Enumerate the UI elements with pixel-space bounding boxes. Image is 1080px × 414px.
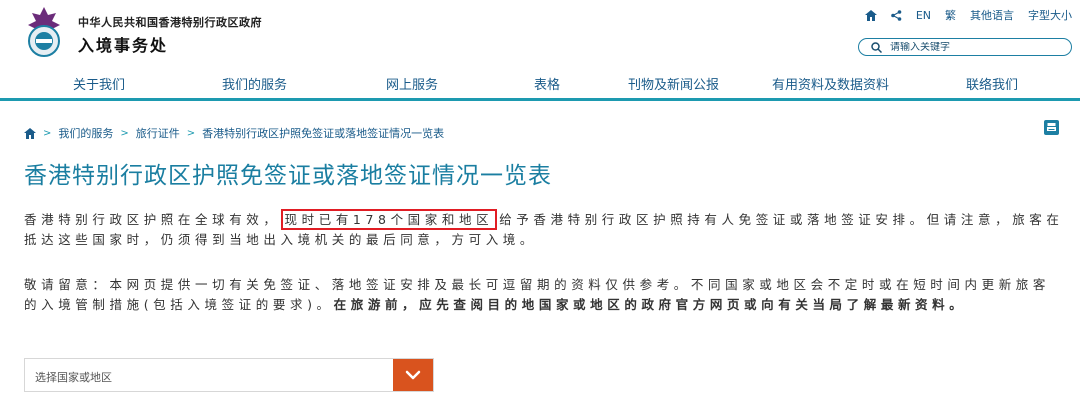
print-icon[interactable] [1044,120,1059,135]
government-name: 中华人民共和国香港特别行政区政府 [78,16,262,29]
traditional-chinese-link[interactable]: 繁 [945,7,956,23]
breadcrumb: > 我们的服务 > 旅行证件 > 香港特别行政区护照免签证或落地签证情况一览表 [24,125,444,141]
notice-bold-text: 在旅游前，应先查阅目的地国家或地区的政府官方网页或向有关当局了解最新资料。 [333,297,967,312]
chevron-right-icon: > [120,127,129,139]
intro-paragraph: 香港特别行政区护照在全球有效， 现时已有178个国家和地区 给予香港特别行政区护照持… [24,209,1066,250]
search-input[interactable] [890,41,1040,53]
nav-online-services[interactable]: 网上服务 [386,74,438,93]
chevron-right-icon: > [186,127,196,139]
site-header: 中华人民共和国香港特别行政区政府 入境事务处 EN 繁 其他语言 字型大小 关于… [0,0,1080,101]
highlighted-country-count: 现时已有178个国家和地区 [280,209,498,230]
country-select[interactable]: 选择国家或地区 [24,358,434,392]
department-name[interactable]: 入境事务处 [78,32,168,56]
other-languages-link[interactable]: 其他语言 [970,7,1014,23]
home-icon[interactable] [24,127,36,139]
country-select-label: 选择国家或地区 [35,371,112,384]
home-icon[interactable] [864,9,877,21]
breadcrumb-current-page[interactable]: 香港特别行政区护照免签证或落地签证情况一览表 [202,125,444,141]
chevron-down-icon [405,370,421,380]
utility-bar: EN 繁 其他语言 字型大小 [864,6,1072,24]
notice-paragraph: 敬请留意：本网页提供一切有关免签证、落地签证安排及最长可逗留期的资料仅供参考。不… [24,275,1066,315]
search-icon[interactable] [871,41,882,53]
dropdown-button[interactable] [393,359,433,391]
breadcrumb-travel-documents[interactable]: 旅行证件 [136,125,180,141]
nav-our-services[interactable]: 我们的服务 [222,74,287,93]
hksar-emblem-logo[interactable] [22,5,66,59]
nav-forms[interactable]: 表格 [534,74,560,93]
search-box[interactable] [858,38,1072,56]
nav-useful-info-statistics[interactable]: 有用资料及数据资料 [772,74,889,93]
font-size-link[interactable]: 字型大小 [1028,7,1072,23]
chevron-right-icon: > [43,127,52,139]
breadcrumb-our-services[interactable]: 我们的服务 [58,125,113,141]
page-title: 香港特别行政区护照免签证或落地签证情况一览表 [24,163,552,189]
nav-contact-us[interactable]: 联络我们 [966,74,1018,93]
intro-text-part1: 香港特别行政区护照在全球有效， [24,212,281,227]
nav-publications-press[interactable]: 刊物及新闻公报 [628,74,719,93]
english-language-link[interactable]: EN [916,9,931,22]
main-nav: 关于我们 我们的服务 网上服务 表格 刊物及新闻公报 有用资料及数据资料 联络我… [0,68,1080,101]
share-icon[interactable] [891,9,902,21]
nav-about-us[interactable]: 关于我们 [73,74,125,93]
